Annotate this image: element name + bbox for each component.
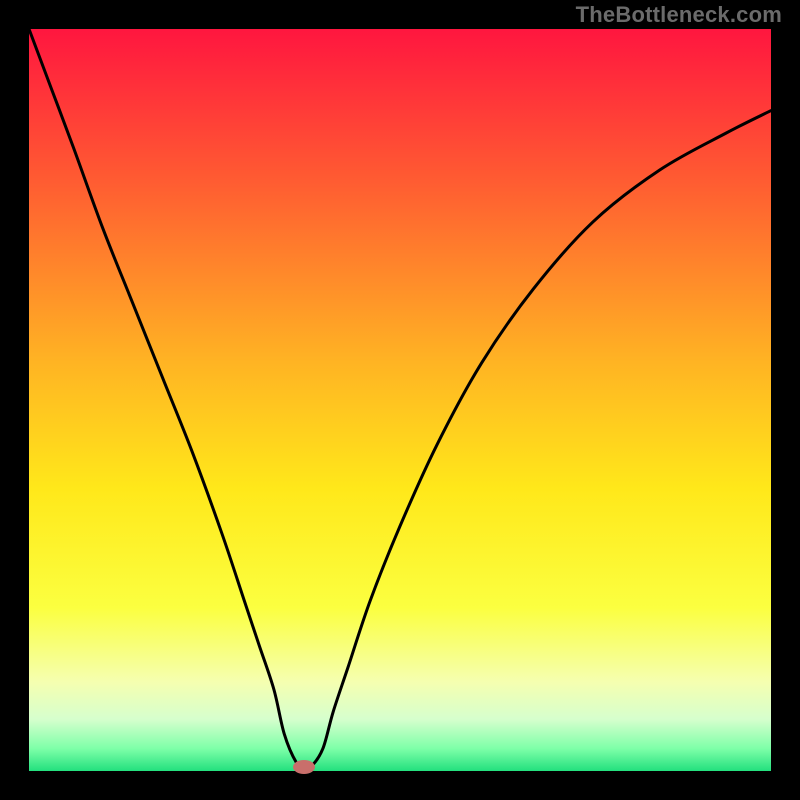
bottleneck-curve	[29, 29, 771, 771]
plot-area	[29, 29, 771, 771]
watermark-text: TheBottleneck.com	[576, 2, 782, 28]
optimal-point-marker	[293, 760, 315, 774]
chart-frame: TheBottleneck.com	[0, 0, 800, 800]
